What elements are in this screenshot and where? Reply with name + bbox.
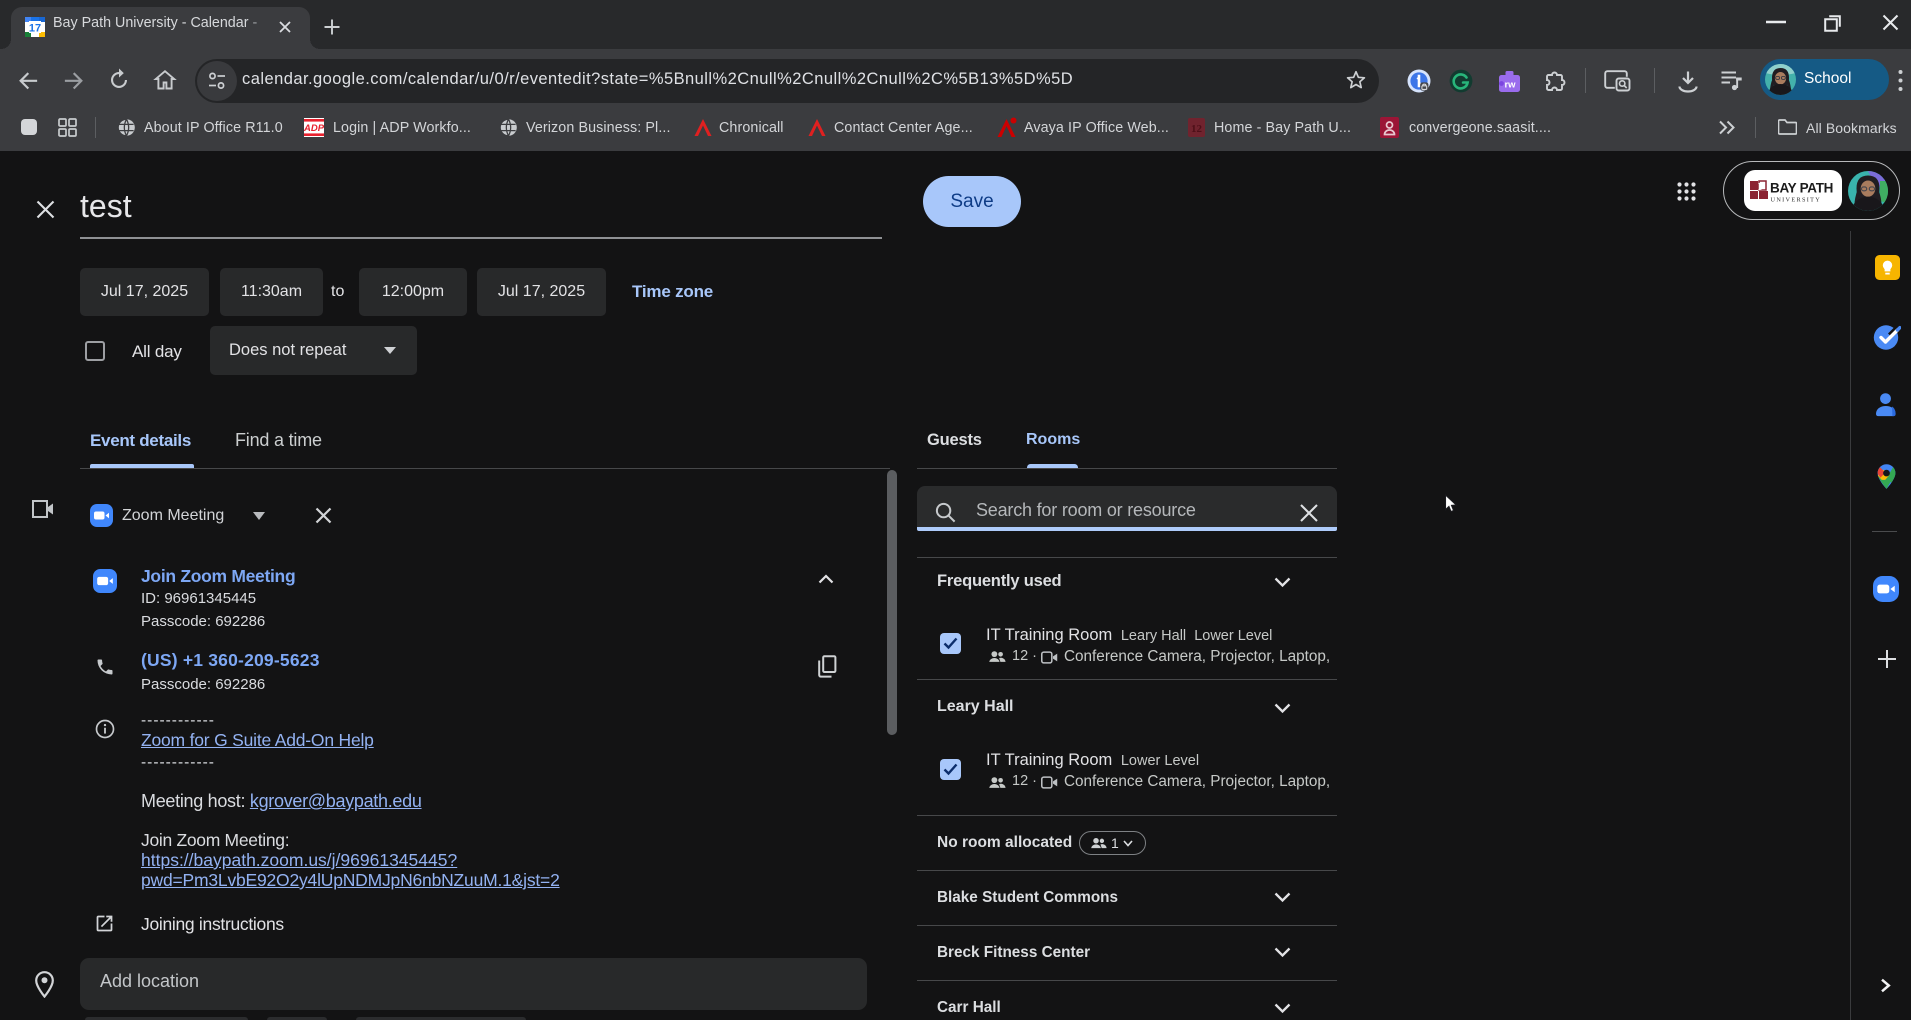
svg-text:17: 17 bbox=[29, 23, 41, 35]
svg-text:BAY PATH: BAY PATH bbox=[1770, 181, 1833, 196]
svg-text:P: P bbox=[1758, 182, 1764, 193]
svg-text:ADP: ADP bbox=[304, 123, 324, 134]
svg-text:UNIVERSITY: UNIVERSITY bbox=[1771, 197, 1822, 204]
svg-text:12: 12 bbox=[1191, 123, 1203, 135]
svg-text:rw: rw bbox=[1504, 80, 1516, 91]
